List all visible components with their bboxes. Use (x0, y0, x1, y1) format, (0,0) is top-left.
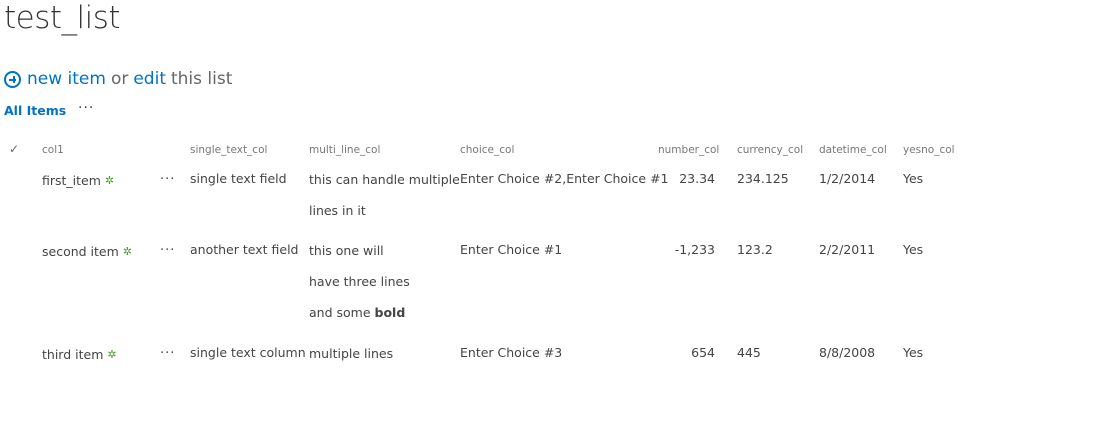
cell-number: 23.34 (679, 171, 715, 186)
cell-single-text: another text field (190, 242, 299, 257)
item-title-link[interactable]: first_item (42, 173, 101, 188)
item-title-link[interactable]: third item (42, 347, 103, 362)
cell-yesno: Yes (903, 242, 924, 257)
item-menu-button[interactable]: ··· (160, 243, 175, 258)
col-header-yesno[interactable]: yesno_col (903, 144, 955, 156)
table-row-title[interactable]: third item ✲ (42, 347, 117, 362)
cell-datetime: 1/2/2014 (819, 171, 876, 186)
col-header-multi-line[interactable]: multi_line_col (309, 144, 380, 156)
table-row-title[interactable]: second item ✲ (42, 244, 132, 259)
item-title-link[interactable]: second item (42, 244, 119, 259)
cell-multi-line: this can handle multiple lines in it (309, 172, 460, 234)
cell-datetime: 2/2/2011 (819, 242, 876, 257)
edit-link[interactable]: edit (133, 69, 166, 89)
new-star-icon: ✲ (122, 245, 133, 258)
cell-choice: Enter Choice #3 (460, 345, 563, 360)
new-star-icon: ✲ (104, 174, 115, 187)
col-header-single-text[interactable]: single_text_col (190, 144, 267, 156)
cell-multi-line: this one will have three lines and some … (309, 243, 410, 336)
new-star-icon: ✲ (107, 348, 117, 361)
cell-single-text: single text column (190, 345, 306, 360)
cell-single-text: single text field (190, 171, 287, 186)
cell-currency: 234.125 (737, 171, 789, 186)
col-header-col1[interactable]: col1 (42, 144, 64, 156)
col-header-currency[interactable]: currency_col (737, 144, 803, 156)
cell-choice: Enter Choice #2,Enter Choice #1 (460, 171, 669, 186)
bold-text: bold (374, 305, 406, 320)
view-all-items-tab[interactable]: All Items (4, 103, 66, 118)
cell-currency: 123.2 (737, 242, 773, 257)
multi-line-text: lines in it (309, 203, 366, 218)
cell-number: -1,233 (674, 242, 715, 257)
col-header-number[interactable]: number_col (658, 144, 719, 156)
page-title: test_list (4, 0, 121, 36)
cell-currency: 445 (737, 345, 761, 360)
multi-line-text: multiple lines (309, 346, 394, 361)
this-list-text: this list (170, 69, 233, 89)
multi-line-text: this can handle multiple (309, 172, 460, 187)
cell-yesno: Yes (903, 171, 924, 186)
col-header-datetime[interactable]: datetime_col (819, 144, 887, 156)
plus-circle-icon[interactable] (4, 70, 21, 88)
cell-yesno: Yes (903, 345, 924, 360)
table-row-title[interactable]: first_item ✲ (42, 173, 114, 188)
cell-choice: Enter Choice #1 (460, 242, 563, 257)
multi-line-text-with-bold: and some bold (309, 305, 410, 336)
cell-multi-line: multiple lines (309, 346, 393, 377)
multi-line-text: and some (309, 305, 371, 320)
view-more-button[interactable]: ··· (78, 100, 94, 116)
multi-line-text: this one will (309, 243, 384, 258)
or-text: or (110, 69, 129, 89)
new-item-bar: new item or edit this list (4, 67, 237, 91)
cell-number: 654 (691, 345, 715, 360)
col-header-choice[interactable]: choice_col (460, 144, 514, 156)
item-menu-button[interactable]: ··· (160, 346, 175, 361)
item-menu-button[interactable]: ··· (160, 172, 175, 187)
new-item-link[interactable]: new item (27, 69, 106, 89)
multi-line-text: have three lines (309, 274, 410, 289)
cell-datetime: 8/8/2008 (819, 345, 876, 360)
select-all-checkbox[interactable]: ✓ (9, 142, 19, 156)
